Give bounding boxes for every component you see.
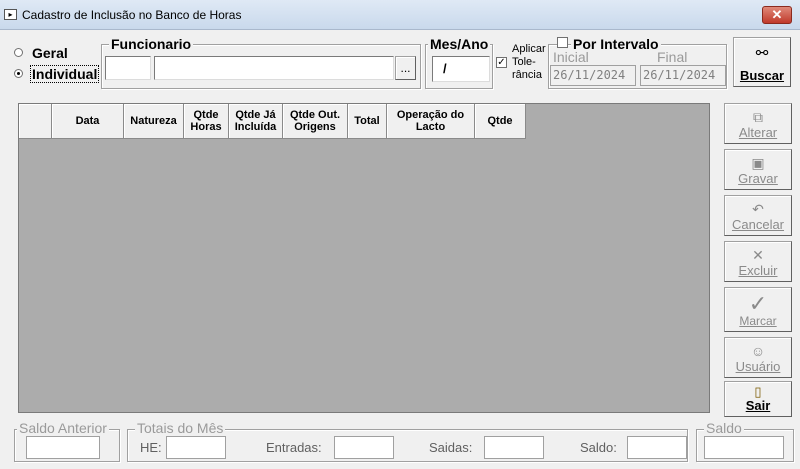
user-icon: ☺ — [750, 343, 766, 359]
saldo-mes-label: Saldo: — [580, 440, 617, 455]
saidas-label: Saidas: — [429, 440, 473, 455]
aplicar-tolerancia-label: Aplicar Tole- rância — [512, 43, 546, 81]
funcionario-lookup-button[interactable]: ... — [395, 56, 416, 80]
final-label: Final — [655, 49, 690, 65]
por-intervalo-checkbox[interactable] — [557, 37, 568, 48]
col-total-header[interactable]: Total — [348, 104, 387, 139]
aplicar-tolerancia-checkbox[interactable]: ✓ — [496, 57, 507, 68]
saldo-group-label: Saldo — [704, 420, 744, 436]
col-qtde-ja-incluida-header[interactable]: Qtde Já Incluída — [229, 104, 283, 139]
col-qtde-out-origens-header[interactable]: Qtde Out. Origens — [283, 104, 348, 139]
col-qtde-horas-header[interactable]: Qtde Horas — [184, 104, 229, 139]
excluir-button[interactable]: ✕ Excluir — [724, 241, 792, 282]
final-date-input[interactable]: 26/11/2024 — [640, 65, 726, 86]
gravar-label: Gravar — [738, 171, 778, 186]
marcar-button[interactable]: ✓ Marcar — [724, 287, 792, 332]
funcionario-name-input[interactable] — [154, 56, 394, 80]
gravar-button[interactable]: ▣ Gravar — [724, 149, 792, 190]
saldo-anterior-input[interactable] — [26, 436, 100, 459]
col-operacao-lacto-header[interactable]: Operação do Lacto — [387, 104, 475, 139]
usuario-button[interactable]: ☺ Usuário — [724, 337, 792, 378]
mes-ano-input[interactable]: / — [432, 56, 490, 82]
edit-icon: ⧉ — [753, 109, 763, 125]
save-icon: ▣ — [751, 155, 765, 171]
grid-corner-header[interactable] — [19, 104, 52, 139]
buscar-button[interactable]: ⚯ Buscar — [733, 37, 791, 87]
funcionario-code-input[interactable] — [105, 56, 151, 80]
cancelar-label: Cancelar — [731, 217, 785, 232]
he-label: HE: — [140, 440, 162, 455]
col-qtde-header[interactable]: Qtde — [475, 104, 526, 139]
usuario-label: Usuário — [735, 359, 781, 374]
title-bar: ▸ Cadastro de Inclusão no Banco de Horas… — [0, 0, 800, 30]
inicial-label: Inicial — [551, 49, 591, 65]
close-button[interactable]: ✕ — [762, 6, 792, 24]
saldo-anterior-label: Saldo Anterior — [17, 420, 109, 436]
saldo-mes-input[interactable] — [627, 436, 687, 459]
binoculars-icon: ⚯ — [755, 45, 769, 62]
inicial-date-input[interactable]: 26/11/2024 — [550, 65, 636, 86]
undo-icon: ↶ — [752, 201, 764, 217]
app-icon: ▸ — [4, 9, 17, 20]
entradas-input[interactable] — [334, 436, 394, 459]
alterar-label: Alterar — [738, 125, 778, 140]
col-natureza-header[interactable]: Natureza — [124, 104, 184, 139]
sair-button[interactable]: ▯ Sair — [724, 381, 792, 417]
he-input[interactable] — [166, 436, 226, 459]
data-grid[interactable]: Data Natureza Qtde Horas Qtde Já Incluíd… — [18, 103, 710, 413]
entradas-label: Entradas: — [266, 440, 322, 455]
marcar-label: Marcar — [739, 314, 777, 328]
sair-label: Sair — [745, 398, 771, 413]
saidas-input[interactable] — [484, 436, 544, 459]
excluir-label: Excluir — [738, 263, 778, 278]
cancelar-button[interactable]: ↶ Cancelar — [724, 195, 792, 236]
saldo-input[interactable] — [704, 436, 784, 459]
radio-geral-label[interactable]: Geral — [32, 45, 68, 61]
funcionario-group-label: Funcionario — [109, 36, 194, 52]
grid-header: Data Natureza Qtde Horas Qtde Já Incluíd… — [19, 104, 526, 139]
radio-individual-label[interactable]: Individual — [30, 65, 100, 83]
delete-x-icon: ✕ — [752, 247, 764, 263]
col-data-header[interactable]: Data — [52, 104, 124, 139]
radio-geral[interactable] — [14, 48, 23, 57]
alterar-button[interactable]: ⧉ Alterar — [724, 103, 792, 144]
buscar-label: Buscar — [739, 68, 785, 83]
totais-mes-label: Totais do Mês — [135, 420, 226, 436]
mes-ano-group-label: Mes/Ano — [428, 36, 491, 52]
window-title: Cadastro de Inclusão no Banco de Horas — [22, 8, 242, 22]
radio-individual[interactable] — [14, 69, 23, 78]
